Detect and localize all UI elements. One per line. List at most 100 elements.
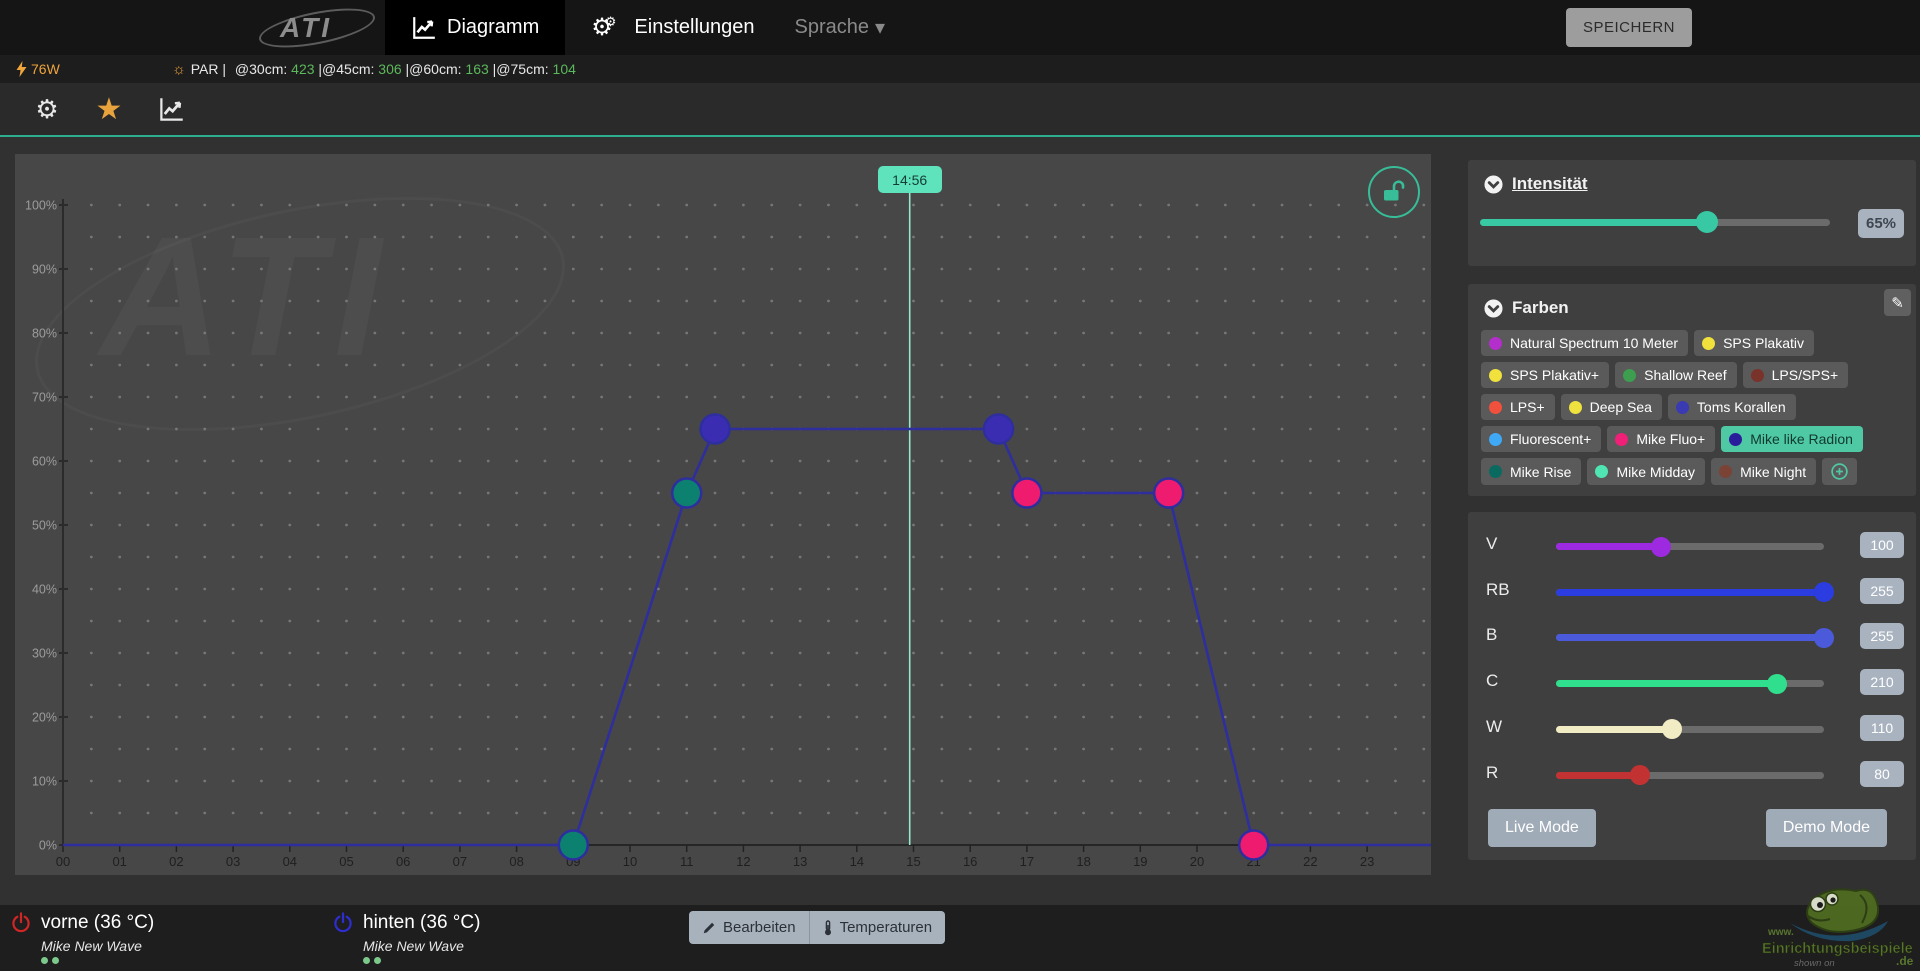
intensity-slider[interactable] xyxy=(1480,210,1830,234)
grid-dot xyxy=(459,524,462,527)
intensity-slider-thumb[interactable] xyxy=(1696,211,1718,233)
grid-dot xyxy=(1224,748,1227,751)
colors-title: Farben xyxy=(1512,298,1569,318)
grid-dot xyxy=(1167,396,1170,399)
tab-einstellungen[interactable]: ⚙⚙ Einstellungen xyxy=(565,0,780,55)
grid-dot xyxy=(90,236,93,239)
preset-shallow-reef[interactable]: Shallow Reef xyxy=(1615,362,1737,388)
lamp-program: Mike New Wave xyxy=(41,938,154,954)
x-tick-label: 18 xyxy=(1076,854,1090,869)
power-icon[interactable] xyxy=(332,912,354,934)
channel-slider-thumb[interactable] xyxy=(1814,582,1834,602)
preset-lps-sps-[interactable]: LPS/SPS+ xyxy=(1743,362,1849,388)
schedule-chart[interactable]: 0%10%20%30%40%50%60%70%80%90%100%0001020… xyxy=(15,154,1431,875)
channel-slider-v[interactable] xyxy=(1556,534,1824,558)
power-icon[interactable] xyxy=(10,912,32,934)
grid-dot xyxy=(232,236,235,239)
chart-point[interactable] xyxy=(1154,479,1183,508)
channel-slider-thumb[interactable] xyxy=(1630,765,1650,785)
chart-point[interactable] xyxy=(1012,479,1041,508)
grid-dot xyxy=(317,620,320,623)
grid-dot xyxy=(1394,684,1397,687)
collapse-chevron-icon[interactable] xyxy=(1484,175,1503,194)
settings-gear-icon[interactable]: ⚙ xyxy=(32,94,62,124)
temperatures-button[interactable]: Temperaturen xyxy=(809,911,946,944)
channel-slider-thumb[interactable] xyxy=(1662,719,1682,739)
channel-slider-thumb[interactable] xyxy=(1767,674,1787,694)
preset-natural-spectrum-10-meter[interactable]: Natural Spectrum 10 Meter xyxy=(1481,330,1688,356)
preset-mike-night[interactable]: Mike Night xyxy=(1711,458,1816,485)
grid-dot xyxy=(572,556,575,559)
grid-dot xyxy=(459,268,462,271)
grid-dot xyxy=(1422,364,1425,367)
grid-dot xyxy=(487,524,490,527)
schedule-chart-panel[interactable]: ATI 0%10%20%30%40%50%60%70%80%90%100%000… xyxy=(15,154,1431,875)
preset-mike-fluo-[interactable]: Mike Fluo+ xyxy=(1607,426,1715,452)
chart-point[interactable] xyxy=(984,415,1013,444)
chart-point[interactable] xyxy=(1239,831,1268,860)
chart-view-icon[interactable] xyxy=(156,94,186,124)
grid-dot xyxy=(714,524,717,527)
preset-color-dot xyxy=(1595,465,1608,478)
grid-dot xyxy=(459,460,462,463)
collapse-chevron-icon[interactable] xyxy=(1484,299,1503,318)
grid-dot xyxy=(657,268,660,271)
intensity-title: Intensität xyxy=(1512,174,1588,194)
chart-point[interactable] xyxy=(701,415,730,444)
channel-slider-thumb[interactable] xyxy=(1814,628,1834,648)
lock-toggle-button[interactable] xyxy=(1368,166,1420,218)
grid-dot xyxy=(714,460,717,463)
grid-dot xyxy=(1111,716,1114,719)
add-preset-button[interactable] xyxy=(1822,458,1857,485)
grid-dot xyxy=(1026,524,1029,527)
edit-button[interactable]: Bearbeiten xyxy=(689,911,809,944)
preset-sps-plakativ-[interactable]: SPS Plakativ+ xyxy=(1481,362,1609,388)
color-presets-list: Natural Spectrum 10 MeterSPS Plakativ SPS… xyxy=(1468,318,1916,497)
channel-slider-fill xyxy=(1556,543,1661,550)
grid-dot xyxy=(827,684,830,687)
grid-dot xyxy=(317,204,320,207)
chart-point[interactable] xyxy=(672,479,701,508)
favorite-star-icon[interactable]: ★ xyxy=(94,94,124,124)
grid-dot xyxy=(742,588,745,591)
language-dropdown[interactable]: Sprache ▾ xyxy=(781,0,900,55)
preset-lps-[interactable]: LPS+ xyxy=(1481,394,1555,420)
channel-slider-thumb[interactable] xyxy=(1651,537,1671,557)
save-button[interactable]: SPEICHERN xyxy=(1566,8,1692,47)
grid-dot xyxy=(770,780,773,783)
grid-dot xyxy=(260,524,263,527)
live-mode-button[interactable]: Live Mode xyxy=(1488,809,1596,847)
preset-deep-sea[interactable]: Deep Sea xyxy=(1561,394,1662,420)
grid-dot xyxy=(232,364,235,367)
preset-fluorescent-[interactable]: Fluorescent+ xyxy=(1481,426,1601,452)
preset-sps-plakativ[interactable]: SPS Plakativ xyxy=(1694,330,1814,356)
grid-dot xyxy=(1337,460,1340,463)
grid-dot xyxy=(175,204,178,207)
grid-dot xyxy=(1082,268,1085,271)
grid-dot xyxy=(742,236,745,239)
grid-dot xyxy=(260,556,263,559)
edit-presets-button[interactable]: ✎ xyxy=(1884,289,1911,316)
grid-dot xyxy=(373,460,376,463)
grid-dot xyxy=(1252,300,1255,303)
preset-toms-korallen[interactable]: Toms Korallen xyxy=(1668,394,1796,420)
grid-dot xyxy=(260,684,263,687)
grid-dot xyxy=(515,780,518,783)
preset-mike-rise[interactable]: Mike Rise xyxy=(1481,458,1581,485)
tab-diagramm[interactable]: Diagramm xyxy=(385,0,565,55)
demo-mode-button[interactable]: Demo Mode xyxy=(1766,809,1887,847)
channel-slider-c[interactable] xyxy=(1556,671,1824,695)
channel-slider-r[interactable] xyxy=(1556,763,1824,787)
channel-slider-b[interactable] xyxy=(1556,625,1824,649)
grid-dot xyxy=(317,332,320,335)
preset-mike-midday[interactable]: Mike Midday xyxy=(1587,458,1705,485)
channel-slider-w[interactable] xyxy=(1556,717,1824,741)
channel-slider-rb[interactable] xyxy=(1556,580,1824,604)
chart-point[interactable] xyxy=(559,831,588,860)
grid-dot xyxy=(1252,332,1255,335)
grid-dot xyxy=(1111,268,1114,271)
grid-dot xyxy=(1139,236,1142,239)
grid-dot xyxy=(600,428,603,431)
grid-dot xyxy=(345,364,348,367)
preset-mike-like-radion[interactable]: Mike like Radion xyxy=(1721,426,1863,452)
